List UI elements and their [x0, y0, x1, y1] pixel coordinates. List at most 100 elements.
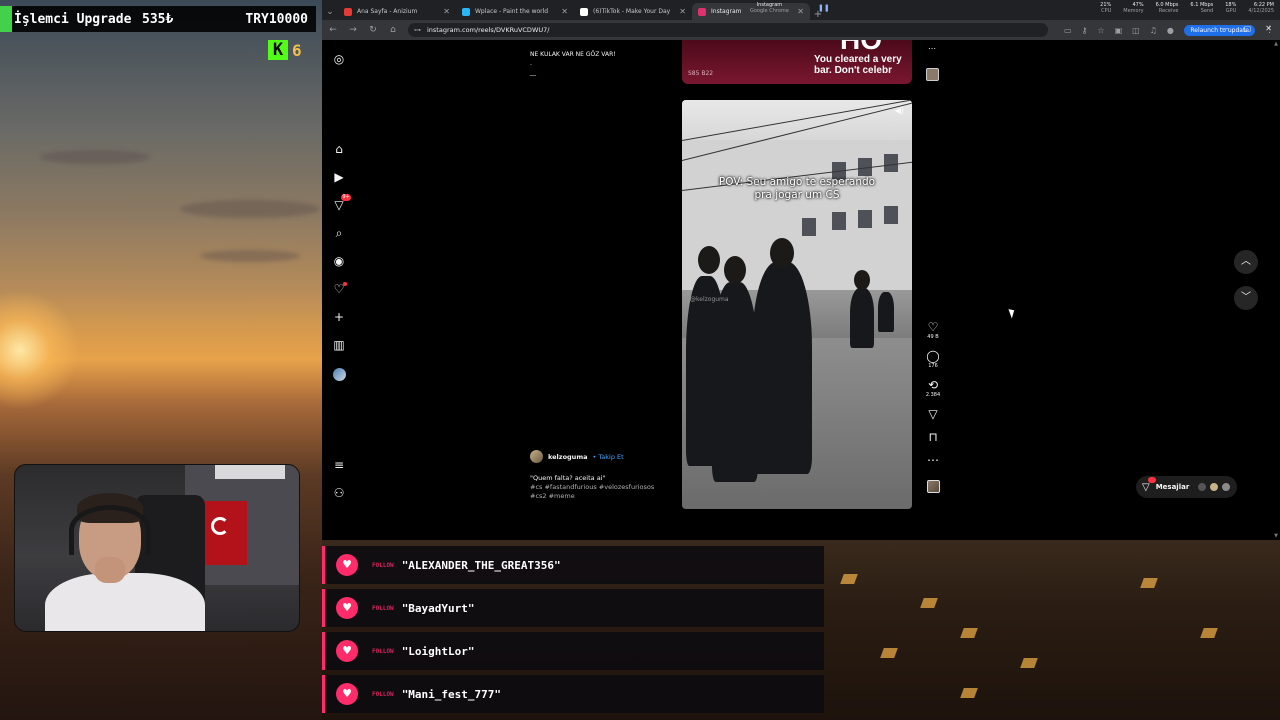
tab-close-icon[interactable]: ✕ — [679, 7, 686, 16]
bookmark-icon[interactable]: ⊓ — [928, 430, 937, 444]
home-icon[interactable]: ⌂ — [388, 25, 398, 35]
reel-video[interactable]: POV: Seu amigo te esperando pra jogar um… — [682, 100, 912, 509]
stat-label: Send — [1200, 8, 1214, 14]
repost-action: ⟲ 2.384 — [926, 378, 940, 398]
kick-count: 6 — [292, 40, 302, 60]
site-info-icon[interactable]: ⊶ — [414, 26, 421, 34]
author-name[interactable]: kelzoguma — [548, 453, 587, 461]
fire-window — [880, 648, 898, 658]
key-icon[interactable]: ⚷ — [1082, 26, 1088, 35]
alert-tag: FOLLOW — [372, 690, 394, 698]
tab-close-icon[interactable]: ✕ — [561, 7, 568, 16]
previous-reel[interactable]: HO You cleared a very bar. Don't celebr … — [682, 40, 912, 84]
prev-reel-text: You cleared a very bar. Don't celebr — [814, 54, 902, 76]
prev-audio-thumb[interactable] — [926, 68, 939, 81]
repost-count: 2.384 — [925, 392, 941, 398]
extensions-puzzle-icon[interactable]: ◫ — [1132, 26, 1140, 35]
reel-hashtags[interactable]: #cs #fastandfurious #velozesfuriosos #cs… — [530, 483, 670, 501]
media-icon[interactable]: ♫ — [1150, 26, 1157, 35]
webcam-feed — [14, 464, 300, 632]
messages-badge — [1148, 476, 1156, 483]
prev-caption-line: NE KULAK VAR NE GÖZ VAR! — [530, 51, 616, 58]
also-from-meta-icon[interactable]: ⚇ — [332, 486, 346, 500]
browser-tab[interactable]: Wplace - Paint the world ✕ — [456, 3, 574, 20]
repost-icon[interactable]: ⟲ — [928, 378, 938, 392]
minimize-icon[interactable]: — — [1222, 24, 1230, 33]
instagram-logo-icon[interactable]: ◎ — [332, 52, 346, 66]
volume-icon[interactable]: ◀) — [895, 106, 904, 115]
browser-tab[interactable]: (6)TikTok - Make Your Day ✕ — [574, 3, 692, 20]
tab-close-icon[interactable]: ✕ — [797, 7, 804, 16]
system-stats: 21% CPU 47% Memory 6.0 Mbps Receive 6.1 Mbps Se… — [1100, 2, 1274, 14]
profile-avatar[interactable] — [333, 368, 346, 381]
scrollbar-down-icon[interactable]: ▼ — [1274, 533, 1278, 539]
stat-label: GPU — [1225, 8, 1237, 14]
maximize-icon[interactable]: ▢ — [1244, 24, 1252, 33]
pause-icon[interactable]: ❚❚ — [818, 4, 830, 12]
audio-thumb[interactable] — [926, 480, 940, 493]
goal-title: İşlemci Upgrade — [14, 11, 132, 27]
direct-message-icon: ▽ — [1142, 476, 1156, 493]
reel-caption-line: pra jogar um CS — [754, 189, 840, 201]
person-sitting — [850, 288, 874, 348]
author-avatar[interactable] — [530, 450, 543, 463]
prev-caption-line: __ — [530, 69, 536, 76]
person-head — [724, 256, 746, 284]
stat-label: CPU — [1101, 8, 1112, 14]
goal-target: TRY10000 — [245, 11, 308, 27]
system-stat: 6:22 PM 4/12/2025 — [1248, 2, 1274, 14]
comment-icon[interactable]: ◯ — [926, 349, 939, 363]
home-nav-icon[interactable]: ⌂ — [332, 142, 346, 156]
instagram-page: ◎ ⌂ ▶ ▽ 9+ ⌕ ◉ ♡ + ▥ ≡ ⚇ NE KULAK VAR NE… — [322, 40, 1280, 540]
explore-nav-icon[interactable]: ◉ — [332, 254, 346, 268]
cam-shelf — [215, 465, 285, 479]
cast-icon[interactable]: ▭ — [1064, 26, 1072, 35]
media-indicator[interactable]: Instagram Google Chrome — [750, 2, 789, 14]
comment-count: 176 — [928, 363, 938, 369]
dashboard-nav-icon[interactable]: ▥ — [332, 338, 346, 352]
cloud — [200, 250, 300, 262]
search-nav-icon[interactable]: ⌕ — [332, 226, 346, 240]
more-menu-icon[interactable]: ≡ — [332, 458, 346, 472]
messages-button[interactable]: ▽ Mesajlar — [1136, 476, 1238, 498]
instagram-sidebar: ◎ ⌂ ▶ ▽ 9+ ⌕ ◉ ♡ + ▥ ≡ ⚇ — [322, 40, 358, 540]
share-action: ▽ — [928, 407, 937, 421]
next-reel-arrow-icon[interactable]: ﹀ — [1234, 286, 1258, 310]
message-avatar — [1209, 482, 1220, 492]
reel-watermark: @kelzoguma — [690, 296, 729, 303]
cloud — [40, 150, 150, 164]
heart-icon: ♥ — [336, 683, 358, 705]
close-window-icon[interactable]: ✕ — [1265, 24, 1272, 33]
scrollbar-up-icon[interactable]: ▲ — [1274, 41, 1278, 47]
profile-icon[interactable]: ● — [1167, 26, 1174, 35]
back-icon[interactable]: ← — [328, 25, 338, 35]
more-icon[interactable]: ⋯ — [927, 453, 939, 467]
kick-logo-icon: K — [268, 40, 288, 60]
tab-list: Ana Sayfa - Anizium ✕ Wplace - Paint the w… — [338, 3, 810, 20]
tab-search-icon[interactable]: ⌄ — [322, 4, 338, 20]
streamer-hand — [95, 557, 125, 583]
prev-reel-text-line: bar. Don't celebr — [814, 65, 892, 76]
address-bar[interactable]: ⊶ instagram.com/reels/DVKRuVCDWU7/ — [408, 23, 1048, 37]
reload-icon[interactable]: ↻ — [368, 25, 378, 35]
fire-window — [840, 574, 858, 584]
fire-window — [1140, 578, 1158, 588]
message-avatar — [1221, 482, 1232, 492]
extension-icon[interactable]: ▣ — [1115, 26, 1123, 35]
prev-more-icon[interactable]: ⋯ — [928, 44, 936, 53]
browser-tab[interactable]: Ana Sayfa - Anizium ✕ — [338, 3, 456, 20]
media-controls: ❚❚ — [818, 4, 830, 12]
prev-reel-arrow-icon[interactable]: ︿ — [1234, 250, 1258, 274]
toolbar-icons: ▭ ⚷ ☆ ▣ ◫ ♫ ● — [1064, 26, 1174, 35]
browser-window: ⌄ Ana Sayfa - Anizium ✕ Wplace - Paint the… — [322, 0, 1280, 540]
bookmark-star-icon[interactable]: ☆ — [1097, 26, 1104, 35]
tab-close-icon[interactable]: ✕ — [443, 7, 450, 16]
heart-icon: ♥ — [336, 554, 358, 576]
reels-nav-icon[interactable]: ▶ — [332, 170, 346, 184]
more-action: ⋯ — [927, 453, 939, 467]
forward-icon[interactable]: → — [348, 25, 358, 35]
follow-button[interactable]: • Takip Et — [592, 453, 623, 461]
like-icon[interactable]: ♡ — [928, 320, 939, 334]
create-nav-icon[interactable]: + — [332, 310, 346, 324]
share-icon[interactable]: ▽ — [928, 407, 937, 421]
